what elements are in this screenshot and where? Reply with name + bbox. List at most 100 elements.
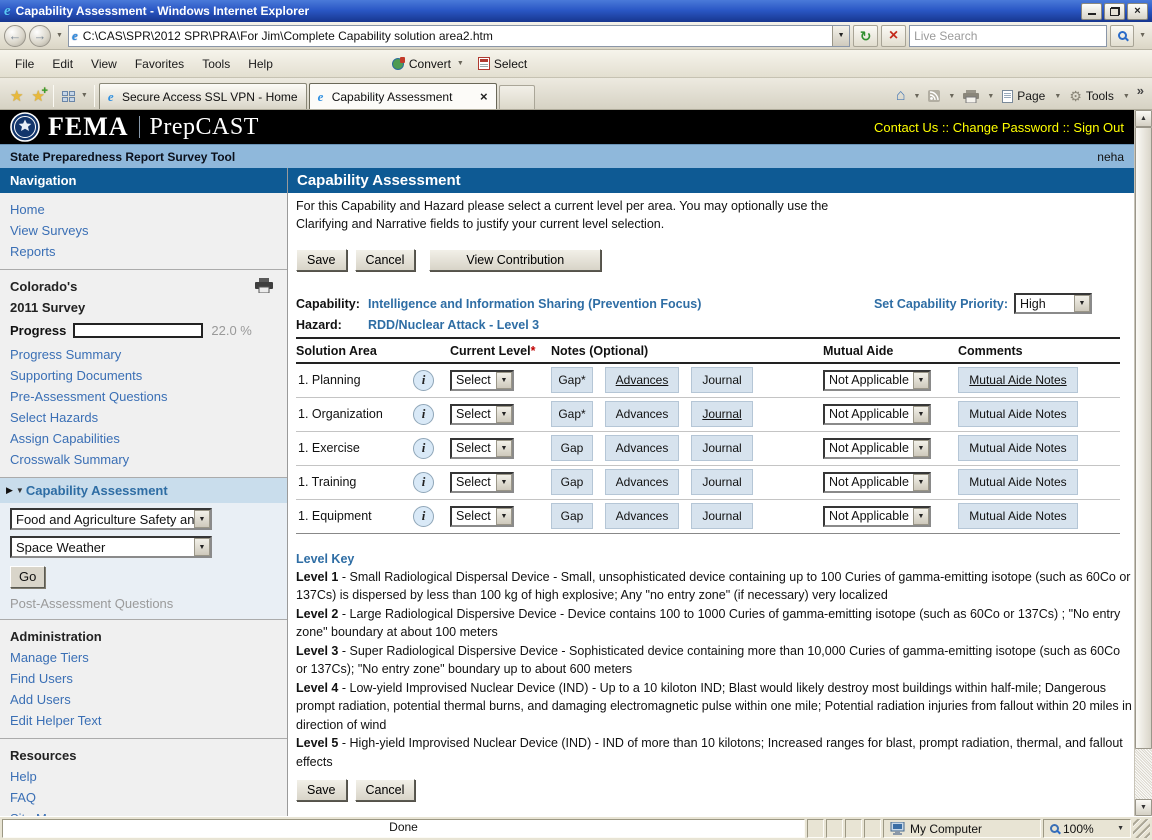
gap-button[interactable]: Gap [551,435,593,461]
mutual-aide-notes-button[interactable]: Mutual Aide Notes [958,367,1078,393]
print-button[interactable] [959,83,983,109]
mutual-aide-notes-button[interactable]: Mutual Aide Notes [958,435,1078,461]
cancel-button-bottom[interactable]: Cancel [355,779,416,801]
journal-button[interactable]: Journal [691,367,753,393]
chevron-down-icon[interactable]: ▼ [194,538,210,556]
info-icon[interactable]: i [413,404,434,425]
menu-file[interactable]: File [6,54,43,74]
sidebar-item-faq[interactable]: FAQ [0,787,287,808]
home-dropdown[interactable]: ▼ [911,93,922,100]
menu-favorites[interactable]: Favorites [126,54,193,74]
menu-view[interactable]: View [82,54,126,74]
print-dropdown[interactable]: ▼ [985,93,996,100]
chevron-down-icon[interactable]: ▼ [496,474,512,491]
address-dropdown-button[interactable]: ▼ [832,26,849,46]
tab-close-icon[interactable]: × [470,89,488,104]
restore-button[interactable] [1104,3,1125,20]
journal-button[interactable]: Journal [691,435,753,461]
favorites-center-button[interactable]: ★ [6,83,27,109]
current-level-select[interactable]: Select▼ [450,472,514,493]
sidebar-item-edit-helper-text[interactable]: Edit Helper Text [0,710,287,731]
search-button[interactable] [1110,25,1134,47]
gap-button[interactable]: Gap* [551,401,593,427]
sidebar-selected-label[interactable]: Capability Assessment [26,483,168,498]
account-links[interactable]: Contact Us :: Change Password :: Sign Ou… [874,120,1124,135]
tools-dropdown[interactable]: ▼ [1121,93,1132,100]
sidebar-item-assign-capabilities[interactable]: Assign Capabilities [0,428,287,449]
search-box[interactable] [909,25,1107,47]
refresh-button[interactable]: ↻ [853,25,878,47]
chevron-down-icon[interactable]: ▼ [913,474,929,491]
sidebar-item-view-surveys[interactable]: View Surveys [0,220,287,241]
sidebar-item-help[interactable]: Help [0,766,287,787]
capability-select[interactable]: Food and Agriculture Safety an ▼ [10,508,212,530]
address-field[interactable]: e ▼ [68,25,850,47]
journal-button[interactable]: Journal [691,503,753,529]
sidebar-item-supporting-documents[interactable]: Supporting Documents [0,365,287,386]
close-button[interactable]: × [1127,3,1148,20]
vertical-scrollbar[interactable]: ▲ ▼ [1134,110,1152,816]
page-button[interactable]: Page [998,83,1050,109]
quick-tabs-button[interactable] [58,83,79,109]
tab-list-dropdown[interactable]: ▼ [79,92,90,99]
chevron-down-icon[interactable]: ▼ [496,440,512,457]
convert-button[interactable]: Convert ▼ [386,55,472,73]
hazard-value-link[interactable]: RDD/Nuclear Attack - Level 3 [368,318,539,332]
feeds-button[interactable] [924,83,944,109]
add-favorite-button[interactable]: ★+ [27,83,48,109]
go-button[interactable]: Go [10,566,45,588]
journal-button[interactable]: Journal [691,401,753,427]
scroll-up-button[interactable]: ▲ [1135,110,1152,127]
info-icon[interactable]: i [413,370,434,391]
chevron-down-icon[interactable]: ▼ [913,372,929,389]
sidebar-item-crosswalk-summary[interactable]: Crosswalk Summary [0,449,287,470]
menu-tools[interactable]: Tools [193,54,239,74]
zoom-pane[interactable]: 100% ▼ [1043,819,1131,838]
tab-capability-assessment[interactable]: e Capability Assessment × [309,83,497,109]
priority-select[interactable]: High ▼ [1014,293,1092,314]
gap-button[interactable]: Gap [551,469,593,495]
back-button[interactable]: ← [4,25,26,47]
mutual-aide-select[interactable]: Not Applicable▼ [823,438,931,459]
current-level-select[interactable]: Select▼ [450,438,514,459]
sidebar-item-pre-assessment-questions[interactable]: Pre-Assessment Questions [0,386,287,407]
mutual-aide-select[interactable]: Not Applicable▼ [823,370,931,391]
menu-edit[interactable]: Edit [43,54,82,74]
sidebar-item-add-users[interactable]: Add Users [0,689,287,710]
sidebar-item-site-map[interactable]: Site Map [0,808,287,816]
resize-grip[interactable] [1133,819,1150,838]
chevron-down-icon[interactable]: ▼ [1074,295,1090,312]
page-dropdown[interactable]: ▼ [1052,93,1063,100]
sidebar-item-progress-summary[interactable]: Progress Summary [0,344,287,365]
zoom-dropdown[interactable]: ▼ [1117,825,1124,832]
current-level-select[interactable]: Select▼ [450,506,514,527]
home-button[interactable]: ⌂ [892,83,910,109]
history-dropdown[interactable]: ▼ [54,32,65,39]
sidebar-item-reports[interactable]: Reports [0,241,287,262]
hazard-select[interactable]: Space Weather ▼ [10,536,212,558]
info-icon[interactable]: i [413,506,434,527]
sidebar-item-manage-tiers[interactable]: Manage Tiers [0,647,287,668]
menu-help[interactable]: Help [239,54,282,74]
gap-button[interactable]: Gap* [551,367,593,393]
print-survey-button[interactable] [255,278,273,296]
save-button[interactable]: Save [296,249,347,271]
mutual-aide-notes-button[interactable]: Mutual Aide Notes [958,469,1078,495]
convert-dropdown[interactable]: ▼ [455,60,466,67]
sidebar-item-home[interactable]: Home [0,199,287,220]
tools-button[interactable]: ⚙ Tools [1065,83,1119,109]
cancel-button[interactable]: Cancel [355,249,416,271]
journal-button[interactable]: Journal [691,469,753,495]
chevron-down-icon[interactable]: ▼ [496,508,512,525]
chevron-down-icon[interactable]: ▼ [913,440,929,457]
advances-button[interactable]: Advances [605,401,679,427]
toolbar-overflow-chevron[interactable]: » [1134,83,1147,98]
advances-button[interactable]: Advances [605,503,679,529]
chevron-down-icon[interactable]: ▼ [913,406,929,423]
sidebar-item-select-hazards[interactable]: Select Hazards [0,407,287,428]
mutual-aide-notes-button[interactable]: Mutual Aide Notes [958,503,1078,529]
chevron-down-icon[interactable]: ▼ [496,406,512,423]
address-input[interactable] [83,29,832,43]
scroll-down-button[interactable]: ▼ [1135,799,1152,816]
new-tab-stub[interactable] [499,85,535,109]
